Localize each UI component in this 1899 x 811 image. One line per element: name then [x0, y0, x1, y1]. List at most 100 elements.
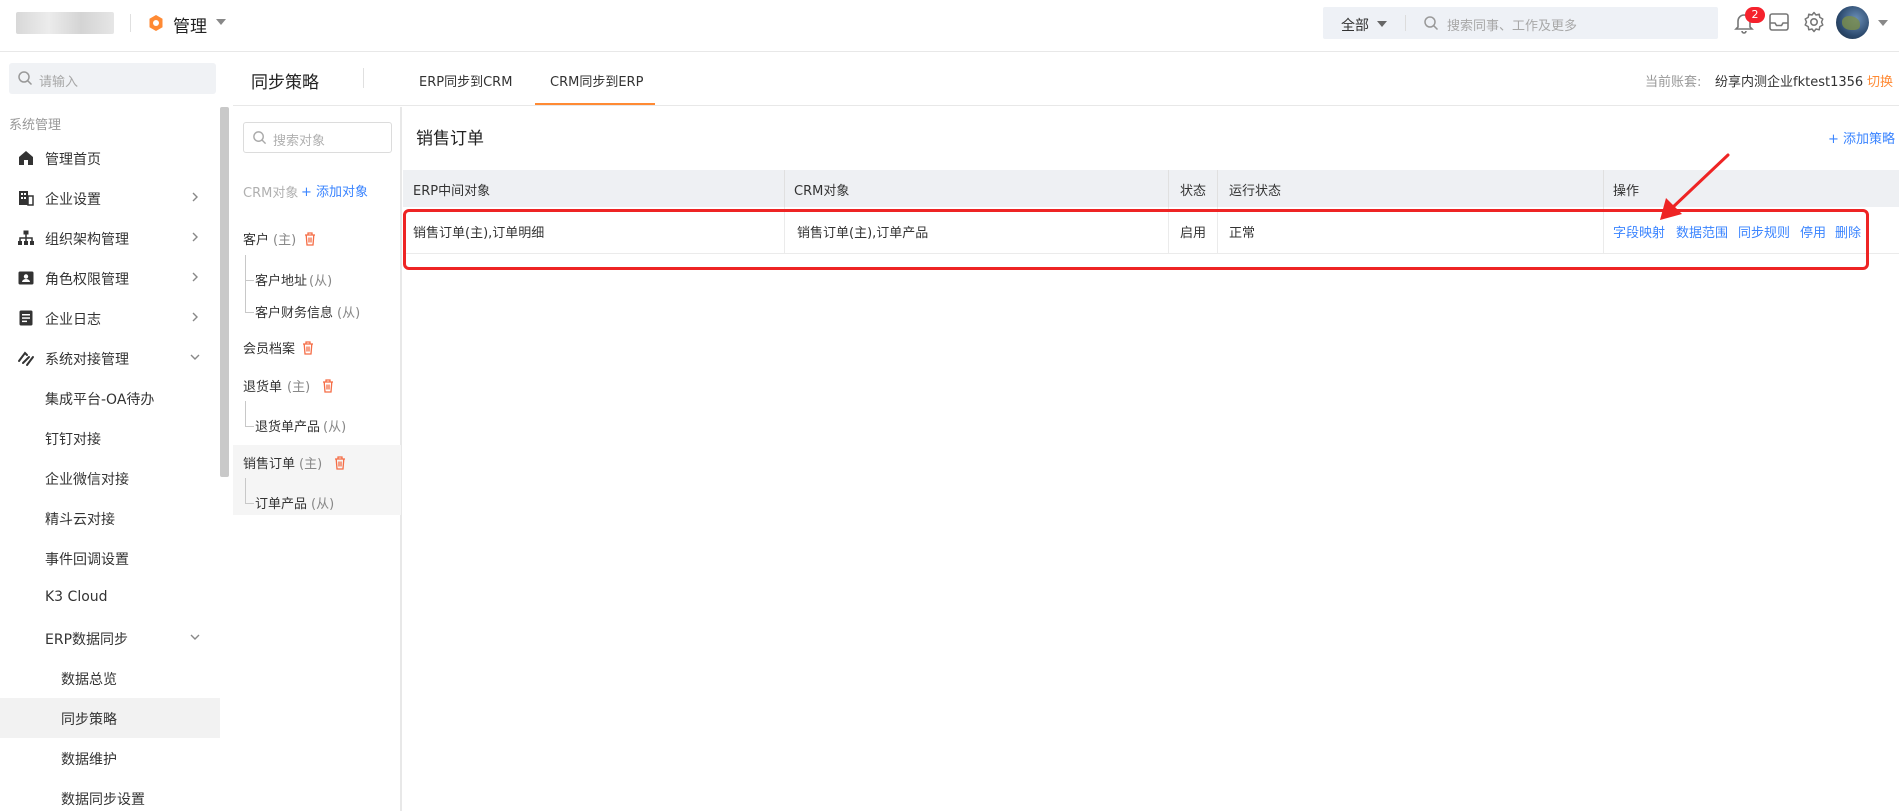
sidebar-item-label: 数据同步设置	[61, 792, 145, 808]
column-divider	[784, 170, 785, 207]
chevron-right-icon	[192, 272, 198, 282]
object-item-customer-finance[interactable]: 客户财务信息 (从)	[233, 297, 401, 327]
chevron-down-icon	[190, 634, 200, 640]
object-item-sales-order[interactable]: 销售订单 (主)	[233, 448, 401, 478]
chevron-down-icon[interactable]	[1377, 21, 1387, 27]
object-item-return-order[interactable]: 退货单 (主)	[233, 371, 401, 401]
sidebar-item-label: ERP数据同步	[45, 632, 129, 648]
trash-icon[interactable]	[301, 340, 315, 355]
chevron-right-icon	[192, 312, 198, 322]
object-name: 客户财务信息	[255, 306, 334, 321]
detail-title: 销售订单	[416, 129, 484, 149]
sidebar-item-label: 事件回调设置	[45, 552, 129, 568]
sidebar-item-data-sync-settings[interactable]: 数据同步设置	[0, 778, 220, 811]
top-bar: 管理 全部 搜索同事、工作及更多 2	[0, 0, 1899, 52]
add-object-button[interactable]: + 添加对象	[301, 181, 368, 200]
sidebar-item-label: 精斗云对接	[45, 512, 115, 528]
search-icon	[1424, 16, 1439, 31]
home-icon	[19, 151, 33, 165]
sidebar-item-data-overview[interactable]: 数据总览	[0, 658, 220, 698]
sidebar-item-jingdouyun[interactable]: 精斗云对接	[0, 498, 220, 538]
sidebar-item-k3cloud[interactable]: K3 Cloud	[0, 578, 220, 618]
sidebar-search-input[interactable]: 请输入	[39, 71, 78, 90]
object-item-member[interactable]: 会员档案	[233, 333, 401, 363]
global-search[interactable]: 全部 搜索同事、工作及更多	[1323, 7, 1718, 39]
sidebar-item-label: 集成平台-OA待办	[45, 392, 155, 408]
annotation-arrow-icon	[1660, 153, 1730, 220]
id-card-icon	[18, 271, 34, 285]
trash-icon[interactable]	[303, 231, 317, 246]
object-name: 客户地址	[255, 274, 308, 289]
page-title: 同步策略	[251, 73, 319, 93]
sidebar-item-label: 组织架构管理	[45, 232, 129, 248]
sidebar-item-wecom[interactable]: 企业微信对接	[0, 458, 220, 498]
sidebar-item-home[interactable]: 管理首页	[0, 138, 220, 178]
object-item-customer-address[interactable]: 客户地址 (从)	[233, 265, 401, 295]
object-role: (从)	[337, 306, 361, 321]
sidebar-item-label: 钉钉对接	[45, 432, 101, 448]
app-switch-caret-icon[interactable]	[216, 19, 226, 25]
account-name: 纷享内测企业fktest1356	[1715, 75, 1864, 90]
sidebar-item-integration[interactable]: 系统对接管理	[0, 338, 220, 378]
add-policy-button[interactable]: + 添加策略	[1828, 128, 1895, 147]
sidebar-search[interactable]: 请输入	[9, 63, 216, 94]
object-item-customer[interactable]: 客户 (主)	[233, 224, 401, 254]
app-name[interactable]: 管理	[173, 12, 207, 37]
object-name: 退货单	[243, 380, 283, 395]
sidebar-item-erp-sync[interactable]: ERP数据同步	[0, 618, 220, 658]
inbox-icon[interactable]	[1767, 10, 1791, 34]
app-logo-icon	[149, 15, 163, 31]
object-item-order-product[interactable]: 订单产品 (从)	[233, 488, 401, 518]
sidebar-item-roles[interactable]: 角色权限管理	[0, 258, 220, 298]
sidebar-scrollbar[interactable]	[220, 107, 229, 477]
sidebar-item-org[interactable]: 组织架构管理	[0, 218, 220, 258]
sidebar-item-label: 系统对接管理	[45, 352, 129, 368]
object-item-return-product[interactable]: 退货单产品 (从)	[233, 411, 401, 441]
tab-crm-to-erp[interactable]: CRM同步到ERP	[550, 71, 643, 90]
sidebar-item-label: 数据总览	[61, 672, 117, 688]
active-tab-indicator	[535, 103, 655, 105]
search-icon	[18, 71, 33, 86]
sidebar-item-label: 数据维护	[61, 752, 117, 768]
sidebar-item-label: K3 Cloud	[45, 589, 108, 605]
sidebar-item-label: 管理首页	[45, 152, 101, 168]
sidebar-item-label: 同步策略	[61, 712, 117, 728]
sidebar-item-oa-todo[interactable]: 集成平台-OA待办	[0, 378, 220, 418]
sidebar-item-label: 企业日志	[45, 312, 101, 328]
object-name: 会员档案	[243, 342, 296, 357]
column-header: ERP中间对象	[413, 184, 491, 199]
column-divider	[1217, 170, 1218, 207]
switch-account-link[interactable]: 切换	[1867, 71, 1893, 90]
sidebar-item-label: 角色权限管理	[45, 272, 129, 288]
trash-icon[interactable]	[333, 455, 347, 470]
sidebar-item-label: 企业微信对接	[45, 472, 129, 488]
gear-icon[interactable]	[1802, 10, 1826, 34]
crm-object-label: CRM对象	[243, 186, 299, 201]
trash-icon[interactable]	[321, 378, 335, 393]
chevron-down-icon[interactable]	[1878, 20, 1888, 26]
chevron-right-icon	[192, 232, 198, 242]
divider	[1405, 15, 1406, 31]
sidebar-item-logs[interactable]: 企业日志	[0, 298, 220, 338]
sidebar-item-event-callback[interactable]: 事件回调设置	[0, 538, 220, 578]
chevron-right-icon	[192, 192, 198, 202]
sidebar-item-data-maintenance[interactable]: 数据维护	[0, 738, 220, 778]
building-icon	[19, 191, 34, 206]
object-name: 客户	[243, 233, 270, 248]
sidebar-item-label: 企业设置	[45, 192, 101, 208]
tab-erp-to-crm[interactable]: ERP同步到CRM	[419, 71, 512, 90]
sidebar-item-company-settings[interactable]: 企业设置	[0, 178, 220, 218]
account-label: 当前账套:	[1645, 75, 1702, 90]
object-name: 退货单产品	[255, 420, 321, 435]
object-name: 订单产品	[255, 497, 308, 512]
search-scope-select[interactable]: 全部	[1341, 15, 1369, 35]
sidebar-item-dingtalk[interactable]: 钉钉对接	[0, 418, 220, 458]
object-search[interactable]: 搜索对象	[243, 122, 392, 153]
org-chart-icon	[18, 230, 34, 245]
company-logo[interactable]	[16, 12, 114, 34]
avatar[interactable]	[1836, 6, 1869, 39]
chevron-down-icon	[190, 354, 200, 360]
search-input[interactable]: 搜索同事、工作及更多	[1447, 15, 1577, 34]
sidebar-item-sync-policy[interactable]: 同步策略	[0, 698, 220, 738]
object-search-input[interactable]: 搜索对象	[273, 130, 325, 149]
